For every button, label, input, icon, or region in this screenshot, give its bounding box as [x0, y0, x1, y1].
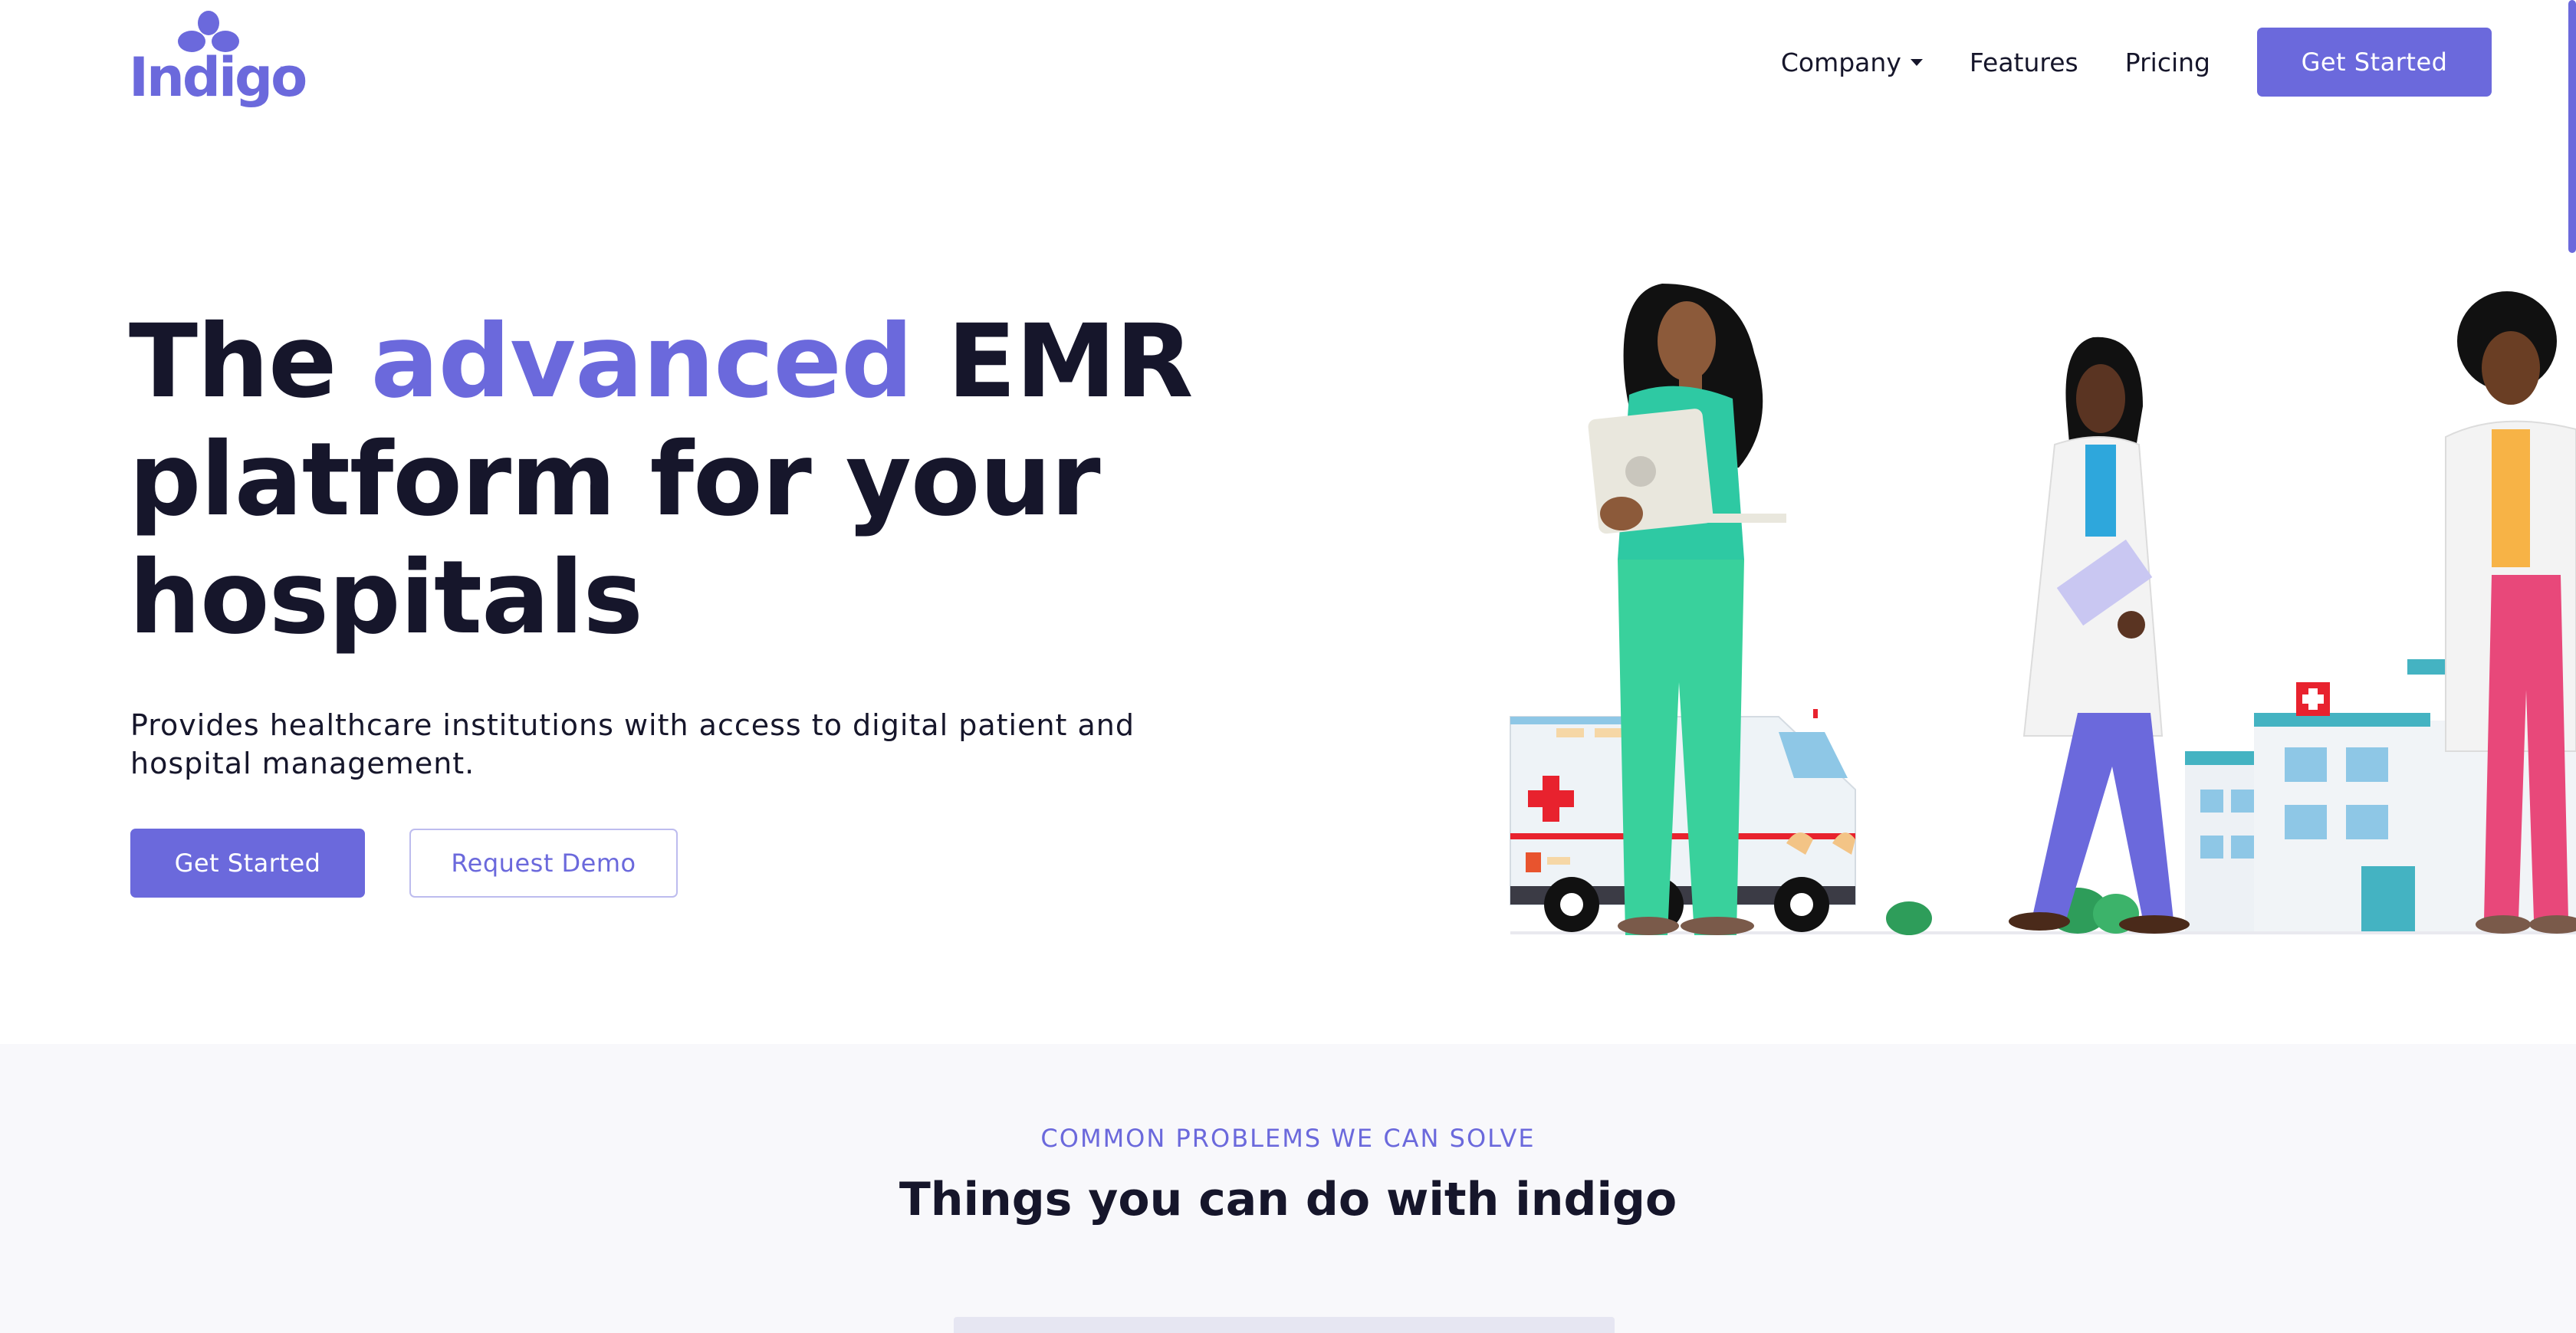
hero-title-accent: advanced [370, 303, 914, 421]
hero-get-started-button[interactable]: Get Started [130, 829, 365, 898]
logo-wordmark: Indigo [129, 46, 307, 109]
section-title: Things you can do with indigo [899, 1173, 1677, 1226]
medical-staff-illustration [1510, 284, 2576, 935]
request-demo-button[interactable]: Request Demo [409, 829, 678, 898]
page-scrollbar[interactable] [2568, 0, 2576, 253]
nav-company-label: Company [1780, 47, 1901, 77]
nav-links: Company Features Pricing Get Started [1781, 28, 2492, 97]
nav-pricing[interactable]: Pricing [2125, 48, 2210, 77]
nav-features[interactable]: Features [1970, 48, 2078, 77]
nav-get-started-button[interactable]: Get Started [2257, 28, 2492, 97]
shrub-icon [1886, 888, 2139, 935]
hero-subtitle: Provides healthcare institutions with ac… [130, 708, 1135, 780]
doctor-figure [2009, 337, 2190, 934]
indigo-logo[interactable]: Indigo ™ [129, 11, 307, 115]
feature-card-preview [954, 1317, 1615, 1333]
hero-title-pre: The [129, 303, 371, 421]
top-navbar: Indigo ™ Company Features Pricing Get St… [0, 0, 2576, 130]
section-eyebrow: COMMON PROBLEMS WE CAN SOLVE [1040, 1124, 1536, 1153]
nav-company[interactable]: Company [1781, 48, 1923, 77]
hero-title: The advanced EMR platform for your hospi… [129, 303, 1217, 657]
trademark-mark: ™ [279, 66, 287, 74]
features-intro-section: COMMON PROBLEMS WE CAN SOLVE Things you … [0, 1044, 2576, 1333]
hero-illustration [1495, 253, 2576, 943]
chevron-down-icon [1910, 58, 1923, 66]
